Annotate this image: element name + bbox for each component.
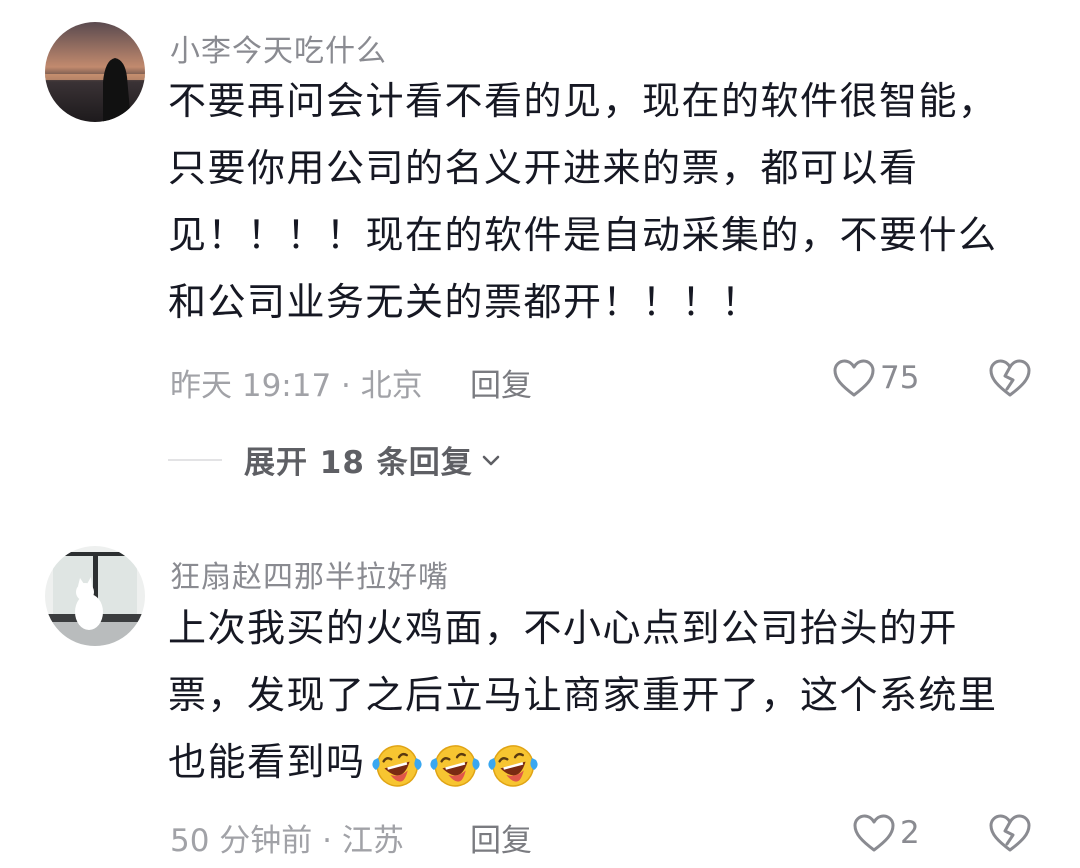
comment-line: 不要再问会计看不看的见，现在的软件很智能，: [168, 79, 998, 123]
laughing-crying-emoji-icon: [487, 744, 538, 787]
avatar[interactable]: [45, 22, 145, 122]
dislike-button[interactable]: [988, 358, 1032, 402]
avatar[interactable]: [45, 546, 145, 646]
divider: [168, 458, 222, 461]
comment-text: 上次我买的火鸡面，不小心点到公司抬头的开 票，发现了之后立马让商家重开了，这个系…: [168, 595, 998, 796]
comment-line: 也能看到吗: [168, 729, 998, 796]
comment-item: 小李今天吃什么 不要再问会计看不看的见，现在的软件很智能， 只要你用公司的名义开…: [0, 0, 1080, 500]
laughing-crying-emoji-icon: [371, 744, 422, 787]
like-count: 2: [900, 815, 920, 851]
like-button[interactable]: 2: [852, 813, 920, 853]
username[interactable]: 小李今天吃什么: [170, 26, 387, 70]
broken-heart-icon: [989, 359, 1031, 397]
username[interactable]: 狂扇赵四那半拉好嘴: [170, 552, 449, 596]
heart-icon: [853, 814, 895, 852]
like-button[interactable]: 75: [832, 358, 919, 398]
comment-line: 见！！！！现在的软件是自动采集的，不要什么: [168, 213, 998, 257]
comment-line: 只要你用公司的名义开进来的票，都可以看: [168, 146, 919, 190]
like-count: 75: [880, 360, 920, 396]
reply-button[interactable]: 回复: [470, 360, 532, 405]
emoji-group: [366, 740, 540, 787]
comment-line: 和公司业务无关的票都开！！！！: [168, 280, 761, 324]
cat-window-avatar-icon: [45, 546, 145, 646]
comment-item: 狂扇赵四那半拉好嘴 上次我买的火鸡面，不小心点到公司抬头的开 票，发现了之后立马…: [0, 520, 1080, 868]
comment-meta: 50 分钟前 · 江苏: [170, 823, 404, 859]
laughing-crying-emoji-icon: [429, 744, 480, 787]
heart-icon: [833, 359, 875, 397]
comment-line-text: 也能看到吗: [168, 740, 366, 784]
comment-text: 不要再问会计看不看的见，现在的软件很智能， 只要你用公司的名义开进来的票，都可以…: [168, 68, 998, 336]
comment-meta: 昨天 19:17 · 北京: [170, 368, 423, 404]
broken-heart-icon: [989, 814, 1031, 852]
chevron-down-icon: [482, 455, 500, 465]
comment-line: 上次我买的火鸡面，不小心点到公司抬头的开: [168, 606, 959, 650]
expand-replies-button[interactable]: 展开 18 条回复: [168, 437, 503, 482]
reply-button[interactable]: 回复: [470, 815, 532, 860]
expand-replies-label: 展开 18 条回复: [244, 445, 473, 481]
comment-line: 票，发现了之后立马让商家重开了，这个系统里: [168, 673, 998, 717]
sunset-silhouette-avatar-icon: [45, 22, 145, 122]
dislike-button[interactable]: [988, 813, 1032, 857]
